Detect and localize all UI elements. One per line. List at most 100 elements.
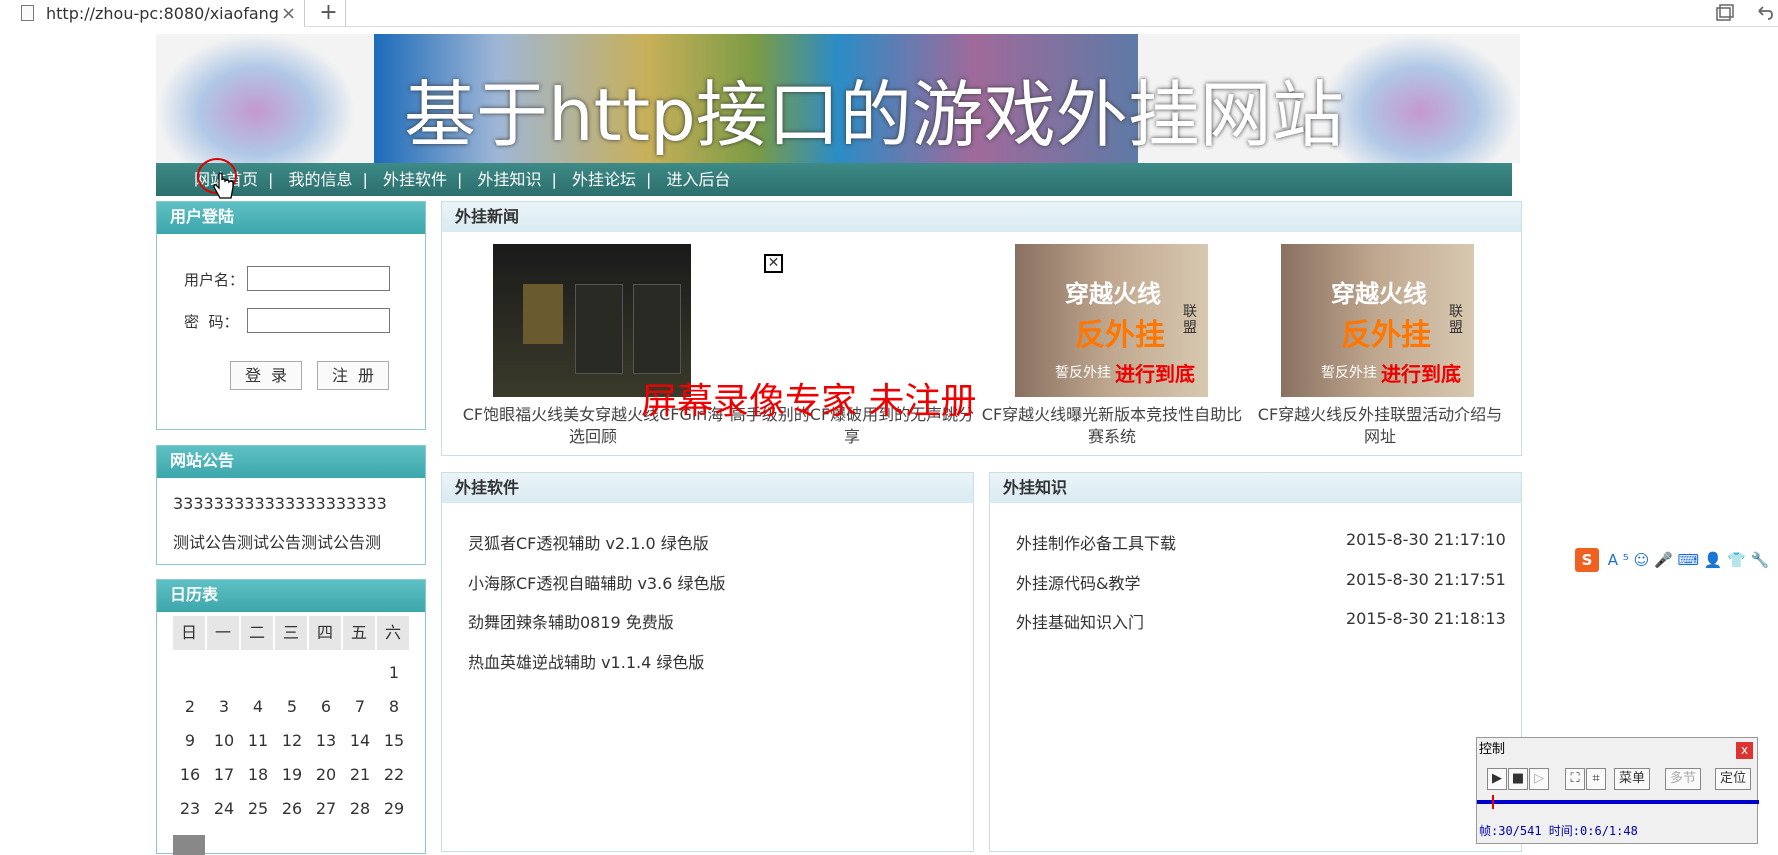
site-banner: 基于http接口的游戏外挂网站	[156, 34, 1520, 163]
calendar-day[interactable]: 9	[173, 731, 207, 750]
login-button[interactable]: 登录	[230, 361, 302, 390]
playback-marker[interactable]	[1492, 795, 1494, 809]
step-icon[interactable]: ▷	[1529, 768, 1549, 790]
cf-logo-text: 穿越火线	[1065, 280, 1161, 308]
fullscreen-icon[interactable]: ⌗	[1586, 768, 1606, 790]
calendar-day[interactable]: 25	[241, 799, 275, 818]
announcement-panel: 网站公告 333333333333333333333 测试公告测试公告测试公告测	[156, 445, 426, 565]
calendar-day[interactable]: 13	[309, 731, 343, 750]
calendar-day[interactable]: 27	[309, 799, 343, 818]
nav-knowledge[interactable]: 外挂知识	[478, 170, 542, 189]
calendar-day[interactable]: 3	[207, 697, 241, 716]
calendar-day[interactable]: 10	[207, 731, 241, 750]
announcement-item[interactable]: 333333333333333333333	[173, 494, 387, 513]
calendar-day[interactable]: 22	[377, 765, 411, 784]
calendar-weekdays: 日 一 二 三 四 五 六	[173, 616, 413, 650]
calendar-day[interactable]: 18	[241, 765, 275, 784]
news-image-4[interactable]: 穿越火线 反外挂 联盟 进行到底 誓反外挂	[1281, 244, 1474, 397]
calendar-day[interactable]: 23	[173, 799, 207, 818]
calendar-day[interactable]: 2	[173, 697, 207, 716]
calendar-day[interactable]: 28	[343, 799, 377, 818]
nav-software[interactable]: 外挂软件	[383, 170, 447, 189]
browser-tab[interactable]: http://zhou-pc:8080/xiaofang ×	[0, 0, 305, 27]
hand-cursor-icon	[213, 172, 234, 199]
calendar-day[interactable]: 6	[309, 697, 343, 716]
cf-menu-art	[523, 284, 563, 344]
weekday: 五	[343, 616, 375, 650]
fairy-left-image	[156, 34, 356, 163]
cf-menu-art	[575, 284, 623, 374]
fit-window-icon[interactable]: ⛶	[1565, 768, 1585, 790]
restore-window-icon[interactable]	[1716, 4, 1734, 22]
nav-admin[interactable]: 进入后台	[667, 170, 731, 189]
software-item[interactable]: 劲舞团辣条辅助0819 免费版	[468, 609, 674, 633]
calendar-day[interactable]: 24	[207, 799, 241, 818]
news-caption[interactable]: CF穿越火线曝光新版本竞技性自助比赛系统	[981, 404, 1243, 448]
undo-icon[interactable]	[1755, 4, 1773, 22]
login-panel: 用户登陆 用户名： 密 码： 登录 注册	[156, 201, 426, 430]
calendar-day[interactable]: 8	[377, 697, 411, 716]
main-nav: 网站首页 | 我的信息 | 外挂软件 | 外挂知识 | 外挂论坛 | 进入后台	[156, 163, 1512, 196]
menu-button[interactable]: 菜单	[1614, 768, 1650, 790]
news-image-3[interactable]: 穿越火线 反外挂 联盟 进行到底 誓反外挂	[1015, 244, 1208, 397]
broken-image-icon[interactable]: ✕	[764, 254, 783, 273]
calendar-day[interactable]: 12	[275, 731, 309, 750]
password-field[interactable]	[247, 308, 390, 333]
calendar-today-cell[interactable]	[173, 835, 205, 855]
calendar-day[interactable]: 20	[309, 765, 343, 784]
software-item[interactable]: 灵狐者CF透视辅助 v2.1.0 绿色版	[468, 530, 709, 554]
username-field[interactable]	[247, 266, 390, 291]
announcement-header: 网站公告	[157, 446, 425, 478]
calendar-day[interactable]: 16	[173, 765, 207, 784]
playback-progress-bar[interactable]	[1477, 795, 1759, 809]
calendar-day[interactable]: 17	[207, 765, 241, 784]
tab-close-icon[interactable]: ×	[281, 0, 296, 27]
ime-tool-icons[interactable]: A ⁵ ☺ 🎤 ⌨ 👤 👕 🔧	[1608, 551, 1770, 569]
calendar-panel: 日历表 日 一 二 三 四 五 六 1 2 3 4 5 6 7 8 9 10 11 12 13 14 15 1…	[156, 579, 426, 855]
calendar-day[interactable]: 15	[377, 731, 411, 750]
calendar-day[interactable]: 4	[241, 697, 275, 716]
knowledge-item-title[interactable]: 外挂制作必备工具下载	[1016, 530, 1176, 554]
nav-separator: |	[551, 170, 557, 189]
login-header: 用户登陆	[157, 202, 425, 234]
slogan-prefix-text: 誓反外挂	[1321, 365, 1377, 381]
banner-title: 基于http接口的游戏外挂网站	[404, 73, 1344, 157]
register-button[interactable]: 注册	[317, 361, 389, 390]
recorder-control-window: 控制 x ▶ ■ ▷ ⛶ ⌗ 菜单 多节 定位 帧:30/541 时间:0:6/…	[1476, 737, 1759, 844]
calendar-day[interactable]: 21	[343, 765, 377, 784]
calendar-day[interactable]: 19	[275, 765, 309, 784]
play-icon[interactable]: ▶	[1487, 768, 1507, 790]
new-tab-button[interactable]: +	[312, 0, 346, 27]
locate-button[interactable]: 定位	[1715, 768, 1751, 790]
nav-forum[interactable]: 外挂论坛	[572, 170, 636, 189]
recorder-watermark: 屏幕录像专家 未注册	[641, 381, 977, 422]
calendar-day[interactable]: 11	[241, 731, 275, 750]
multi-section-button[interactable]: 多节	[1665, 768, 1701, 790]
news-caption[interactable]: CF穿越火线反外挂联盟活动介绍与网址	[1253, 404, 1507, 448]
calendar-day[interactable]: 26	[275, 799, 309, 818]
calendar-day[interactable]: 5	[275, 697, 309, 716]
knowledge-item-date: 2015-8-30 21:18:13	[1346, 609, 1506, 628]
calendar-day[interactable]: 14	[343, 731, 377, 750]
knowledge-item-title[interactable]: 外挂基础知识入门	[1016, 609, 1144, 633]
calendar-day[interactable]: 7	[343, 697, 377, 716]
password-label: 密 码：	[184, 313, 239, 331]
announcement-item[interactable]: 测试公告测试公告测试公告测	[173, 529, 381, 553]
knowledge-item-title[interactable]: 外挂源代码&教学	[1016, 570, 1140, 594]
knowledge-header: 外挂知识	[990, 473, 1521, 503]
fairy-right-image	[1320, 34, 1520, 163]
control-close-button[interactable]: x	[1736, 742, 1753, 759]
software-item[interactable]: 小海豚CF透视自瞄辅助 v3.6 绿色版	[468, 570, 725, 594]
calendar-day[interactable]: 29	[377, 799, 411, 818]
nav-my-info[interactable]: 我的信息	[289, 170, 353, 189]
username-label: 用户名：	[184, 271, 245, 289]
weekday: 三	[275, 616, 307, 650]
stop-icon[interactable]: ■	[1508, 768, 1528, 790]
ime-toolbar[interactable]: S A ⁵ ☺ 🎤 ⌨ 👤 👕 🔧	[1575, 548, 1778, 574]
nav-separator: |	[646, 170, 652, 189]
cf-logo-text: 穿越火线	[1331, 280, 1427, 308]
browser-tab-bar: http://zhou-pc:8080/xiaofang × +	[0, 0, 1778, 27]
software-item[interactable]: 热血英雄逆战辅助 v1.1.4 绿色版	[468, 649, 704, 673]
calendar-day[interactable]: 1	[377, 663, 411, 682]
news-header: 外挂新闻	[442, 202, 1521, 232]
